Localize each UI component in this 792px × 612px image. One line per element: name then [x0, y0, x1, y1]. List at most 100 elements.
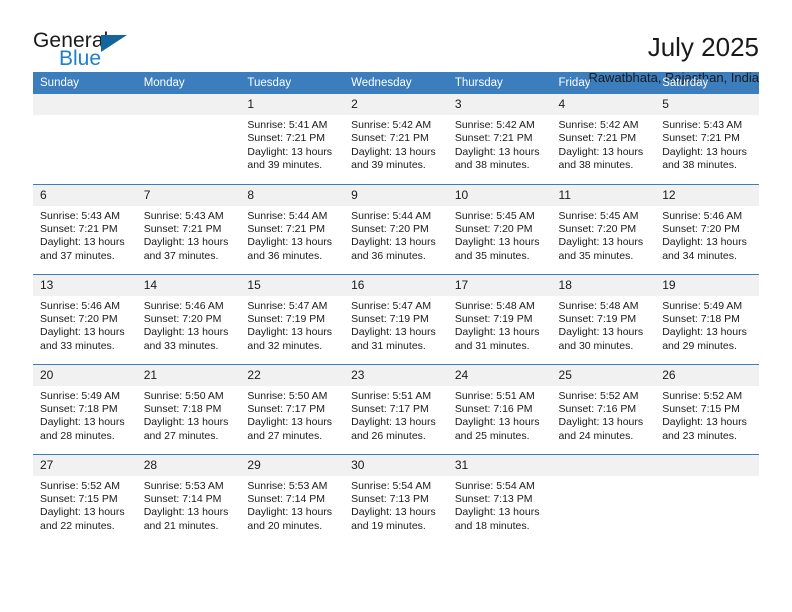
day-number: 3 [447, 94, 552, 115]
calendar-empty-cell [136, 94, 241, 184]
calendar-empty-cell [655, 453, 759, 544]
calendar-day-cell[interactable]: 9 Sunrise: 5:44 AM Sunset: 7:20 PM Daylight… [344, 183, 448, 274]
sunset-text: Sunset: 7:21 PM [247, 222, 326, 235]
calendar-day-cell[interactable]: 8 Sunrise: 5:44 AM Sunset: 7:21 PM Daylight… [240, 183, 345, 274]
daylight-text-line1: Daylight: 13 hours [558, 326, 644, 339]
logo-triangle-icon [101, 35, 127, 52]
daylight-text-line1: Daylight: 13 hours [662, 416, 747, 429]
sunrise-text: Sunrise: 5:48 AM [558, 299, 639, 312]
daylight-text-line1: Daylight: 13 hours [143, 416, 229, 429]
calendar-day-cell[interactable]: 5 Sunrise: 5:43 AM Sunset: 7:21 PM Daylight… [655, 94, 759, 184]
daylight-text-line2: and 18 minutes. [454, 519, 530, 532]
day-sun-info: Sunrise: 5:52 AM Sunset: 7:16 PM Daylight:… [552, 386, 656, 444]
sunset-text: Sunset: 7:21 PM [662, 132, 740, 145]
daylight-text-line1: Daylight: 13 hours [40, 416, 125, 429]
daylight-text-line1: Daylight: 13 hours [662, 236, 747, 249]
sunset-text: Sunset: 7:15 PM [662, 402, 740, 415]
daylight-text-line2: and 26 minutes. [351, 429, 426, 442]
calendar-day-cell[interactable]: 20 Sunrise: 5:49 AM Sunset: 7:18 PM Dayligh… [33, 363, 137, 454]
sunrise-text: Sunrise: 5:43 AM [143, 209, 224, 222]
sunrise-text: Sunrise: 5:45 AM [558, 209, 639, 222]
daylight-text-line2: and 33 minutes. [40, 339, 115, 352]
day-number: 12 [655, 184, 759, 206]
daylight-text-line1: Daylight: 13 hours [40, 236, 125, 249]
day-sun-info: Sunrise: 5:50 AM Sunset: 7:18 PM Daylight:… [137, 386, 241, 444]
calendar-day-cell[interactable]: 15 Sunrise: 5:47 AM Sunset: 7:19 PM Dayligh… [240, 273, 345, 364]
calendar-day-cell[interactable]: 31 Sunrise: 5:54 AM Sunset: 7:13 PM Dayligh… [447, 453, 552, 544]
day-number: 25 [551, 364, 656, 386]
calendar-day-cell[interactable]: 14 Sunrise: 5:46 AM Sunset: 7:20 PM Dayligh… [136, 273, 241, 364]
daylight-text-line1: Daylight: 13 hours [558, 145, 644, 158]
calendar-day-cell[interactable]: 3 Sunrise: 5:42 AM Sunset: 7:21 PM Daylight… [447, 94, 552, 184]
sunrise-text: Sunrise: 5:52 AM [40, 479, 120, 492]
calendar-day-cell[interactable]: 18 Sunrise: 5:48 AM Sunset: 7:19 PM Dayligh… [551, 273, 656, 364]
weekday-header-thursday: Thursday [447, 72, 552, 94]
daylight-text-line2: and 32 minutes. [247, 339, 323, 352]
calendar-day-cell[interactable]: 1 Sunrise: 5:41 AM Sunset: 7:21 PM Daylight… [240, 94, 345, 184]
calendar-day-cell[interactable]: 16 Sunrise: 5:47 AM Sunset: 7:19 PM Dayligh… [344, 273, 448, 364]
day-number: 21 [136, 364, 241, 386]
daylight-text-line2: and 27 minutes. [143, 429, 219, 442]
calendar-day-cell[interactable]: 27 Sunrise: 5:52 AM Sunset: 7:15 PM Dayligh… [33, 453, 137, 544]
calendar-week-row: 1 Sunrise: 5:41 AM Sunset: 7:21 PM Daylight… [33, 94, 759, 184]
calendar-day-cell[interactable]: 29 Sunrise: 5:53 AM Sunset: 7:14 PM Dayligh… [240, 453, 345, 544]
calendar-day-cell[interactable]: 28 Sunrise: 5:53 AM Sunset: 7:14 PM Dayligh… [136, 453, 241, 544]
calendar-day-cell[interactable]: 6 Sunrise: 5:43 AM Sunset: 7:21 PM Daylight… [33, 183, 137, 274]
calendar-day-cell[interactable]: 19 Sunrise: 5:49 AM Sunset: 7:18 PM Dayligh… [655, 273, 759, 364]
daylight-text-line2: and 37 minutes. [143, 249, 219, 262]
day-sun-info: Sunrise: 5:51 AM Sunset: 7:16 PM Daylight:… [448, 386, 552, 444]
calendar-day-cell[interactable]: 12 Sunrise: 5:46 AM Sunset: 7:20 PM Dayligh… [655, 183, 759, 274]
calendar-day-cell[interactable]: 4 Sunrise: 5:42 AM Sunset: 7:21 PM Daylight… [551, 94, 656, 184]
general-blue-logo: General Blue [33, 30, 143, 76]
calendar-day-cell[interactable]: 25 Sunrise: 5:52 AM Sunset: 7:16 PM Dayligh… [551, 363, 656, 454]
calendar-day-cell[interactable]: 7 Sunrise: 5:43 AM Sunset: 7:21 PM Daylight… [136, 183, 241, 274]
daylight-text-line2: and 35 minutes. [558, 249, 634, 262]
calendar-day-cell[interactable]: 26 Sunrise: 5:52 AM Sunset: 7:15 PM Dayligh… [655, 363, 759, 454]
daylight-text-line1: Daylight: 13 hours [662, 145, 747, 158]
calendar-day-cell[interactable]: 2 Sunrise: 5:42 AM Sunset: 7:21 PM Daylight… [344, 94, 448, 184]
calendar-day-cell[interactable]: 10 Sunrise: 5:45 AM Sunset: 7:20 PM Dayligh… [447, 183, 552, 274]
daylight-text-line2: and 30 minutes. [558, 339, 634, 352]
day-number: 14 [136, 274, 241, 296]
day-sun-info: Sunrise: 5:42 AM Sunset: 7:21 PM Daylight:… [552, 115, 656, 173]
daylight-text-line2: and 21 minutes. [143, 519, 219, 532]
sunrise-text: Sunrise: 5:44 AM [351, 209, 432, 222]
day-number: 22 [240, 364, 345, 386]
daylight-text-line1: Daylight: 13 hours [454, 326, 540, 339]
calendar-day-cell[interactable]: 23 Sunrise: 5:51 AM Sunset: 7:17 PM Dayligh… [344, 363, 448, 454]
day-sun-info: Sunrise: 5:54 AM Sunset: 7:13 PM Daylight:… [448, 476, 552, 534]
calendar-day-cell[interactable]: 30 Sunrise: 5:54 AM Sunset: 7:13 PM Dayligh… [344, 453, 448, 544]
calendar-day-cell[interactable]: 21 Sunrise: 5:50 AM Sunset: 7:18 PM Dayligh… [136, 363, 241, 454]
daylight-text-line2: and 27 minutes. [247, 429, 323, 442]
daylight-text-line1: Daylight: 13 hours [454, 506, 540, 519]
sunset-text: Sunset: 7:16 PM [454, 402, 533, 415]
calendar-day-cell[interactable]: 17 Sunrise: 5:48 AM Sunset: 7:19 PM Dayligh… [447, 273, 552, 364]
day-number: 10 [447, 184, 552, 206]
day-number: 26 [655, 364, 759, 386]
calendar-day-cell[interactable]: 11 Sunrise: 5:45 AM Sunset: 7:20 PM Dayligh… [551, 183, 656, 274]
daylight-text-line2: and 37 minutes. [40, 249, 115, 262]
daylight-text-line2: and 19 minutes. [351, 519, 426, 532]
sunrise-text: Sunrise: 5:46 AM [143, 299, 224, 312]
sunrise-text: Sunrise: 5:43 AM [40, 209, 120, 222]
daylight-text-line2: and 36 minutes. [351, 249, 426, 262]
sunrise-text: Sunrise: 5:51 AM [351, 389, 432, 402]
sunrise-text: Sunrise: 5:49 AM [40, 389, 120, 402]
calendar-day-cell[interactable]: 13 Sunrise: 5:46 AM Sunset: 7:20 PM Dayligh… [33, 273, 137, 364]
daylight-text-line2: and 38 minutes. [662, 159, 737, 172]
day-number: 23 [344, 364, 448, 386]
day-sun-info: Sunrise: 5:43 AM Sunset: 7:21 PM Daylight:… [137, 206, 241, 264]
daylight-text-line2: and 31 minutes. [351, 339, 426, 352]
day-sun-info: Sunrise: 5:42 AM Sunset: 7:21 PM Daylight:… [344, 115, 448, 173]
daylight-text-line1: Daylight: 13 hours [558, 416, 644, 429]
calendar-day-cell[interactable]: 22 Sunrise: 5:50 AM Sunset: 7:17 PM Dayligh… [240, 363, 345, 454]
daylight-text-line2: and 31 minutes. [454, 339, 530, 352]
day-sun-info: Sunrise: 5:47 AM Sunset: 7:19 PM Daylight:… [240, 296, 344, 354]
sunrise-text: Sunrise: 5:50 AM [143, 389, 224, 402]
daylight-text-line1: Daylight: 13 hours [351, 506, 436, 519]
calendar-body: 1 Sunrise: 5:41 AM Sunset: 7:21 PM Daylight… [33, 94, 759, 544]
daylight-text-line2: and 38 minutes. [558, 159, 634, 172]
calendar-day-cell[interactable]: 24 Sunrise: 5:51 AM Sunset: 7:16 PM Dayligh… [447, 363, 552, 454]
sunrise-text: Sunrise: 5:43 AM [662, 119, 743, 131]
sunset-text: Sunset: 7:21 PM [143, 222, 222, 235]
